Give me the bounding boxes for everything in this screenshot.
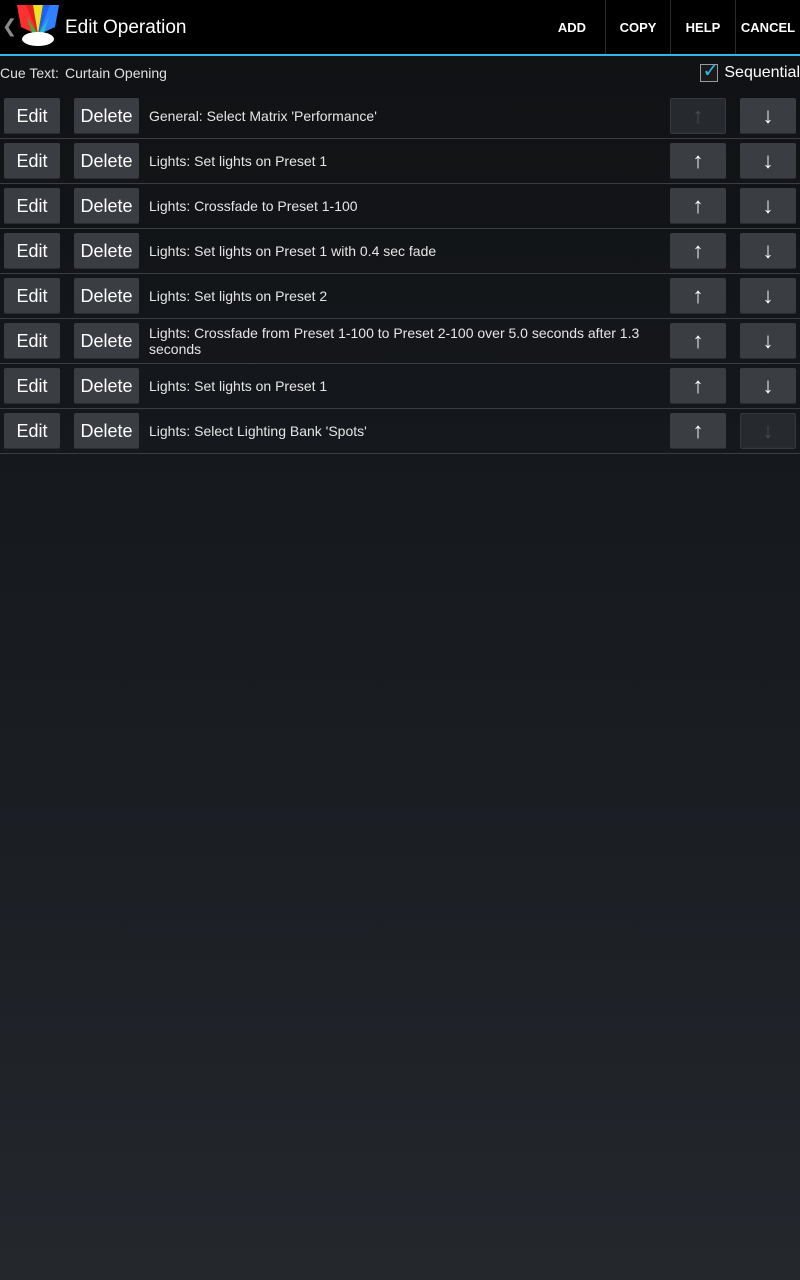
move-up-arrow-icon[interactable]: ↑ [670,188,726,224]
edit-button[interactable]: Edit [4,233,60,269]
operation-row: Edit Delete Lights: Crossfade from Preset … [0,319,800,364]
delete-button[interactable]: Delete [74,368,139,404]
cue-text-label: Cue Text: [0,65,59,81]
operation-text: Lights: Crossfade from Preset 1-100 to P… [149,325,640,357]
operation-text: Lights: Set lights on Preset 1 [149,153,328,169]
operation-text: General: Select Matrix 'Performance' [149,108,377,124]
operation-row: Edit Delete Lights: Set lights on Preset 1… [0,364,800,409]
copy-button[interactable]: COPY [605,0,670,54]
operation-text: Lights: Set lights on Preset 2 [149,288,328,304]
edit-button[interactable]: Edit [4,413,60,449]
operation-row: Edit Delete General: Select Matrix 'Perfor… [0,94,800,139]
delete-button[interactable]: Delete [74,233,139,269]
operations-list: Edit Delete General: Select Matrix 'Perfor… [0,94,800,454]
operation-row: Edit Delete Lights: Set lights on Preset 2… [0,274,800,319]
action-bar: ❮ Edit Operation ADD COPY HELP CANCEL [0,0,800,56]
move-down-arrow-icon[interactable]: ↓ [740,413,796,449]
move-down-arrow-icon[interactable]: ↓ [740,143,796,179]
cue-text-value[interactable]: Curtain Opening [65,65,167,81]
sequential-checkbox[interactable]: ✓ [700,60,719,82]
edit-button[interactable]: Edit [4,98,60,134]
cancel-button[interactable]: CANCEL [735,0,800,54]
move-down-arrow-icon[interactable]: ↓ [740,323,796,359]
move-up-arrow-icon[interactable]: ↑ [670,143,726,179]
move-down-arrow-icon[interactable]: ↓ [740,188,796,224]
operation-text: Lights: Select Lighting Bank 'Spots' [149,423,367,439]
add-button[interactable]: ADD [539,0,605,54]
operation-text: Lights: Set lights on Preset 1 [149,378,328,394]
sequential-toggle[interactable]: ✓ Sequential [700,60,800,84]
operation-row: Edit Delete Lights: Crossfade to Preset 1-… [0,184,800,229]
move-up-arrow-icon[interactable]: ↑ [670,368,726,404]
move-down-arrow-icon[interactable]: ↓ [740,368,796,404]
edit-button[interactable]: Edit [4,143,60,179]
delete-button[interactable]: Delete [74,143,139,179]
move-up-arrow-icon[interactable]: ↑ [670,323,726,359]
operation-row: Edit Delete Lights: Set lights on Preset 1… [0,229,800,274]
move-down-arrow-icon[interactable]: ↓ [740,233,796,269]
cue-row: Cue Text: Curtain Opening ✓ Sequential [0,56,800,94]
move-down-arrow-icon[interactable]: ↓ [740,278,796,314]
checkmark-icon: ✓ [702,60,720,82]
operation-text: Lights: Set lights on Preset 1 with 0.4 … [149,243,437,259]
move-up-arrow-icon[interactable]: ↑ [670,413,726,449]
app-logo-icon[interactable] [13,3,63,49]
delete-button[interactable]: Delete [74,188,139,224]
delete-button[interactable]: Delete [74,98,139,134]
help-button[interactable]: HELP [670,0,735,54]
move-up-arrow-icon[interactable]: ↑ [670,278,726,314]
edit-button[interactable]: Edit [4,188,60,224]
move-up-arrow-icon[interactable]: ↑ [670,233,726,269]
operation-row: Edit Delete Lights: Select Lighting Bank '… [0,409,800,454]
move-up-arrow-icon[interactable]: ↑ [670,98,726,134]
delete-button[interactable]: Delete [74,278,139,314]
operation-text: Lights: Crossfade to Preset 1-100 [149,198,358,214]
delete-button[interactable]: Delete [74,413,139,449]
sequential-label: Sequential [724,64,800,81]
move-down-arrow-icon[interactable]: ↓ [740,98,796,134]
edit-button[interactable]: Edit [4,368,60,404]
edit-button[interactable]: Edit [4,323,60,359]
edit-button[interactable]: Edit [4,278,60,314]
action-menu: ADD COPY HELP CANCEL [539,0,800,54]
delete-button[interactable]: Delete [74,323,139,359]
page-title: Edit Operation [65,17,187,38]
operation-row: Edit Delete Lights: Set lights on Preset 1… [0,139,800,184]
